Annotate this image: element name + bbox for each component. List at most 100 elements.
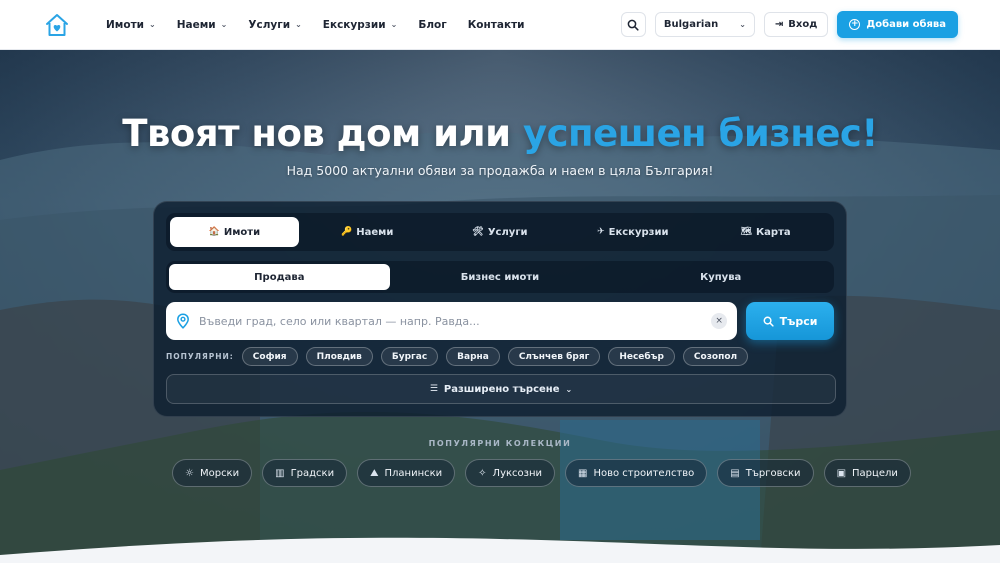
chevron-down-icon: ⌄ bbox=[390, 20, 398, 29]
collection-icon: ▦ bbox=[578, 467, 588, 479]
category-tab-icon: 🗺 bbox=[740, 227, 752, 237]
chevron-down-icon: ⌄ bbox=[149, 20, 156, 29]
menu-item-3[interactable]: Екскурзии ⌄ bbox=[323, 19, 398, 31]
login-button[interactable]: ⇥ Вход bbox=[763, 12, 829, 37]
search-icon bbox=[763, 316, 774, 327]
add-listing-label: Добави обява bbox=[866, 19, 946, 30]
deal-type-tab-1[interactable]: Бизнес имоти bbox=[390, 264, 611, 290]
collection-chip-4[interactable]: ▦ Ново строителство bbox=[565, 459, 708, 487]
hero-title: Твоят нов дом или успешен бизнес! bbox=[0, 112, 1000, 155]
category-tab-icon: 🛠 bbox=[472, 227, 484, 237]
collection-icon: ▤ bbox=[730, 467, 740, 479]
menu-item-5[interactable]: Контакти bbox=[468, 19, 525, 31]
popular-location-chip[interactable]: Созопол bbox=[682, 347, 749, 366]
location-search-input[interactable] bbox=[199, 314, 703, 328]
popular-location-chip[interactable]: Несебър bbox=[608, 347, 675, 366]
category-tab-1[interactable]: 🔑 Наеми bbox=[303, 217, 432, 247]
popular-location-chip[interactable]: София bbox=[241, 347, 298, 366]
collection-label: Парцели bbox=[852, 467, 898, 479]
menu-item-label: Наеми bbox=[176, 18, 216, 31]
menu-item-2[interactable]: Услуги ⌄ bbox=[248, 19, 301, 31]
menu-item-1[interactable]: Наеми ⌄ bbox=[177, 19, 228, 31]
deal-type-tab-2[interactable]: Купува bbox=[610, 264, 831, 290]
search-button[interactable] bbox=[620, 12, 646, 37]
hero-subtitle: Над 5000 актуални обяви за продажба и на… bbox=[286, 163, 714, 178]
submit-search-button[interactable]: Търси bbox=[746, 302, 834, 340]
nav-actions: Bulgarian ⌄ ⇥ Вход + Добави обява bbox=[620, 11, 958, 38]
menu-item-label: Контакти bbox=[467, 18, 525, 31]
collection-chip-2[interactable]: ⛰ Планински bbox=[357, 459, 456, 487]
menu-item-4[interactable]: Блог bbox=[418, 19, 446, 31]
popular-locations: ПОПУЛЯРНИ: София Пловдив Бургас Варна Слънче… bbox=[166, 347, 834, 366]
collection-icon: ▥ bbox=[275, 467, 285, 479]
category-tab-label: Екскурзии bbox=[608, 226, 669, 238]
category-tab-label: Наеми bbox=[356, 226, 394, 238]
category-tab-icon: 🏠 bbox=[208, 227, 220, 237]
collection-chip-6[interactable]: ▣ Парцели bbox=[823, 459, 911, 487]
bottom-wave-divider bbox=[0, 537, 1000, 563]
chevron-down-icon: ⌄ bbox=[565, 384, 573, 394]
collection-label: Планински bbox=[384, 467, 443, 479]
popular-location-chip[interactable]: Бургас bbox=[380, 347, 439, 366]
popular-label: ПОПУЛЯРНИ: bbox=[166, 352, 234, 361]
house-heart-logo-icon[interactable] bbox=[44, 12, 70, 38]
menu-item-label: Имоти bbox=[106, 18, 145, 31]
plus-circle-icon: + bbox=[849, 19, 861, 30]
deal-type-tab-0[interactable]: Продава bbox=[169, 264, 390, 290]
search-panel: 🏠 Имоти 🔑 Наеми 🛠 Услуги ✈ Екскурзии 🗺 Карта Прод… bbox=[153, 201, 847, 417]
category-tab-3[interactable]: ✈ Екскурзии bbox=[568, 217, 697, 247]
category-tab-4[interactable]: 🗺 Карта bbox=[701, 217, 830, 247]
search-icon bbox=[628, 19, 639, 31]
chevron-down-icon: ⌄ bbox=[220, 20, 228, 29]
hero-title-main: Твоят нов дом или bbox=[122, 112, 523, 155]
category-tabs: 🏠 Имоти 🔑 Наеми 🛠 Услуги ✈ Екскурзии 🗺 Карта bbox=[166, 213, 834, 251]
category-tab-label: Услуги bbox=[487, 226, 528, 238]
collection-label: Морски bbox=[199, 467, 240, 479]
collection-icon: ▣ bbox=[836, 467, 847, 479]
language-value: Bulgarian bbox=[663, 19, 719, 30]
category-tab-label: Имоти bbox=[223, 226, 261, 238]
submit-search-label: Търси bbox=[779, 314, 818, 328]
add-listing-button[interactable]: + Добави обява bbox=[837, 11, 958, 38]
hero-title-accent: успешен бизнес! bbox=[522, 112, 878, 155]
collection-label: Ново строителство bbox=[593, 467, 695, 479]
menu-item-label: Услуги bbox=[248, 18, 291, 31]
popular-location-chip[interactable]: Слънчев бряг bbox=[507, 347, 601, 366]
menu-item-label: Блог bbox=[418, 18, 447, 31]
top-navbar: Имоти ⌄ Наеми ⌄ Услуги ⌄ Екскурзии ⌄ Блог Контакт… bbox=[0, 0, 1000, 50]
clear-search-button[interactable]: × bbox=[711, 313, 728, 329]
collection-label: Луксозни bbox=[492, 467, 542, 479]
collection-chip-0[interactable]: ☼ Морски bbox=[172, 459, 253, 487]
category-tab-icon: ✈ bbox=[597, 227, 605, 237]
collection-chip-1[interactable]: ▥ Градски bbox=[262, 459, 348, 487]
search-box: × bbox=[166, 302, 738, 340]
collection-icon: ☼ bbox=[185, 467, 194, 479]
category-tab-0[interactable]: 🏠 Имоти bbox=[170, 217, 299, 247]
language-select[interactable]: Bulgarian ⌄ bbox=[654, 12, 755, 37]
advanced-search-button[interactable]: ☰ Разширено търсене ⌄ bbox=[166, 374, 836, 404]
chevron-down-icon: ⌄ bbox=[739, 20, 746, 29]
close-icon: × bbox=[715, 316, 723, 326]
collection-chip-3[interactable]: ✧ Луксозни bbox=[465, 459, 555, 487]
menu-item-0[interactable]: Имоти ⌄ bbox=[106, 19, 156, 31]
collection-icon: ⛰ bbox=[370, 467, 379, 479]
category-tab-2[interactable]: 🛠 Услуги bbox=[436, 217, 565, 247]
collections-label: ПОПУЛЯРНИ КОЛЕКЦИИ bbox=[428, 439, 572, 448]
menu-item-label: Екскурзии bbox=[322, 18, 386, 31]
chevron-down-icon: ⌄ bbox=[295, 20, 302, 29]
category-tab-label: Карта bbox=[755, 226, 791, 238]
collection-label: Търговски bbox=[745, 467, 801, 479]
collections-list: ☼ Морски ▥ Градски ⛰ Планински ✧ Луксозни ▦ Ново … bbox=[172, 459, 911, 487]
main-menu: Имоти ⌄ Наеми ⌄ Услуги ⌄ Екскурзии ⌄ Блог Контакт… bbox=[106, 19, 546, 31]
popular-location-chip[interactable]: Пловдив bbox=[305, 347, 373, 366]
hero-section: Твоят нов дом или успешен бизнес! Над 50… bbox=[0, 50, 1000, 563]
location-pin-icon bbox=[177, 313, 189, 329]
popular-location-chip[interactable]: Варна bbox=[446, 347, 500, 366]
collection-label: Градски bbox=[290, 467, 335, 479]
collection-icon: ✧ bbox=[478, 467, 487, 479]
search-row: × Търси bbox=[166, 302, 834, 340]
deal-type-tabs: Продава Бизнес имоти Купува bbox=[166, 261, 834, 293]
collection-chip-5[interactable]: ▤ Търговски bbox=[717, 459, 814, 487]
filter-icon: ☰ bbox=[429, 384, 438, 394]
login-label: Вход bbox=[788, 19, 818, 30]
